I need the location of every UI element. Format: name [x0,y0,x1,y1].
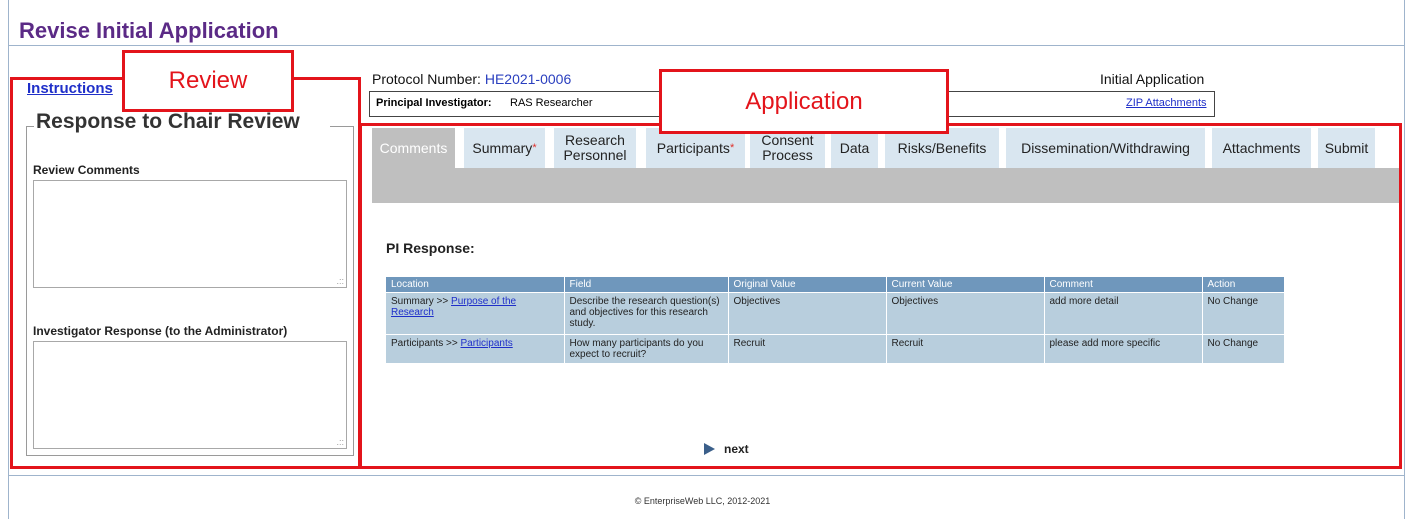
protocol-number: Protocol Number: HE2021-0006 [372,71,571,87]
pi-label: Principal Investigator: [376,97,492,109]
page-title: Revise Initial Application [19,18,279,43]
review-annotation-label: Review [122,50,294,112]
protocol-number-value: HE2021-0006 [484,71,572,87]
review-annotation-box [10,77,361,469]
application-type: Initial Application [1100,71,1205,87]
zip-attachments-link[interactable]: ZIP Attachments [1126,97,1207,109]
footer-copyright: © EnterpriseWeb LLC, 2012-2021 [634,496,771,506]
application-annotation-label: Application [659,69,949,134]
protocol-number-label: Protocol Number: [372,71,481,87]
pi-value: RAS Researcher [510,97,593,109]
footer-divider [8,475,1405,476]
application-annotation-box [359,123,1402,469]
